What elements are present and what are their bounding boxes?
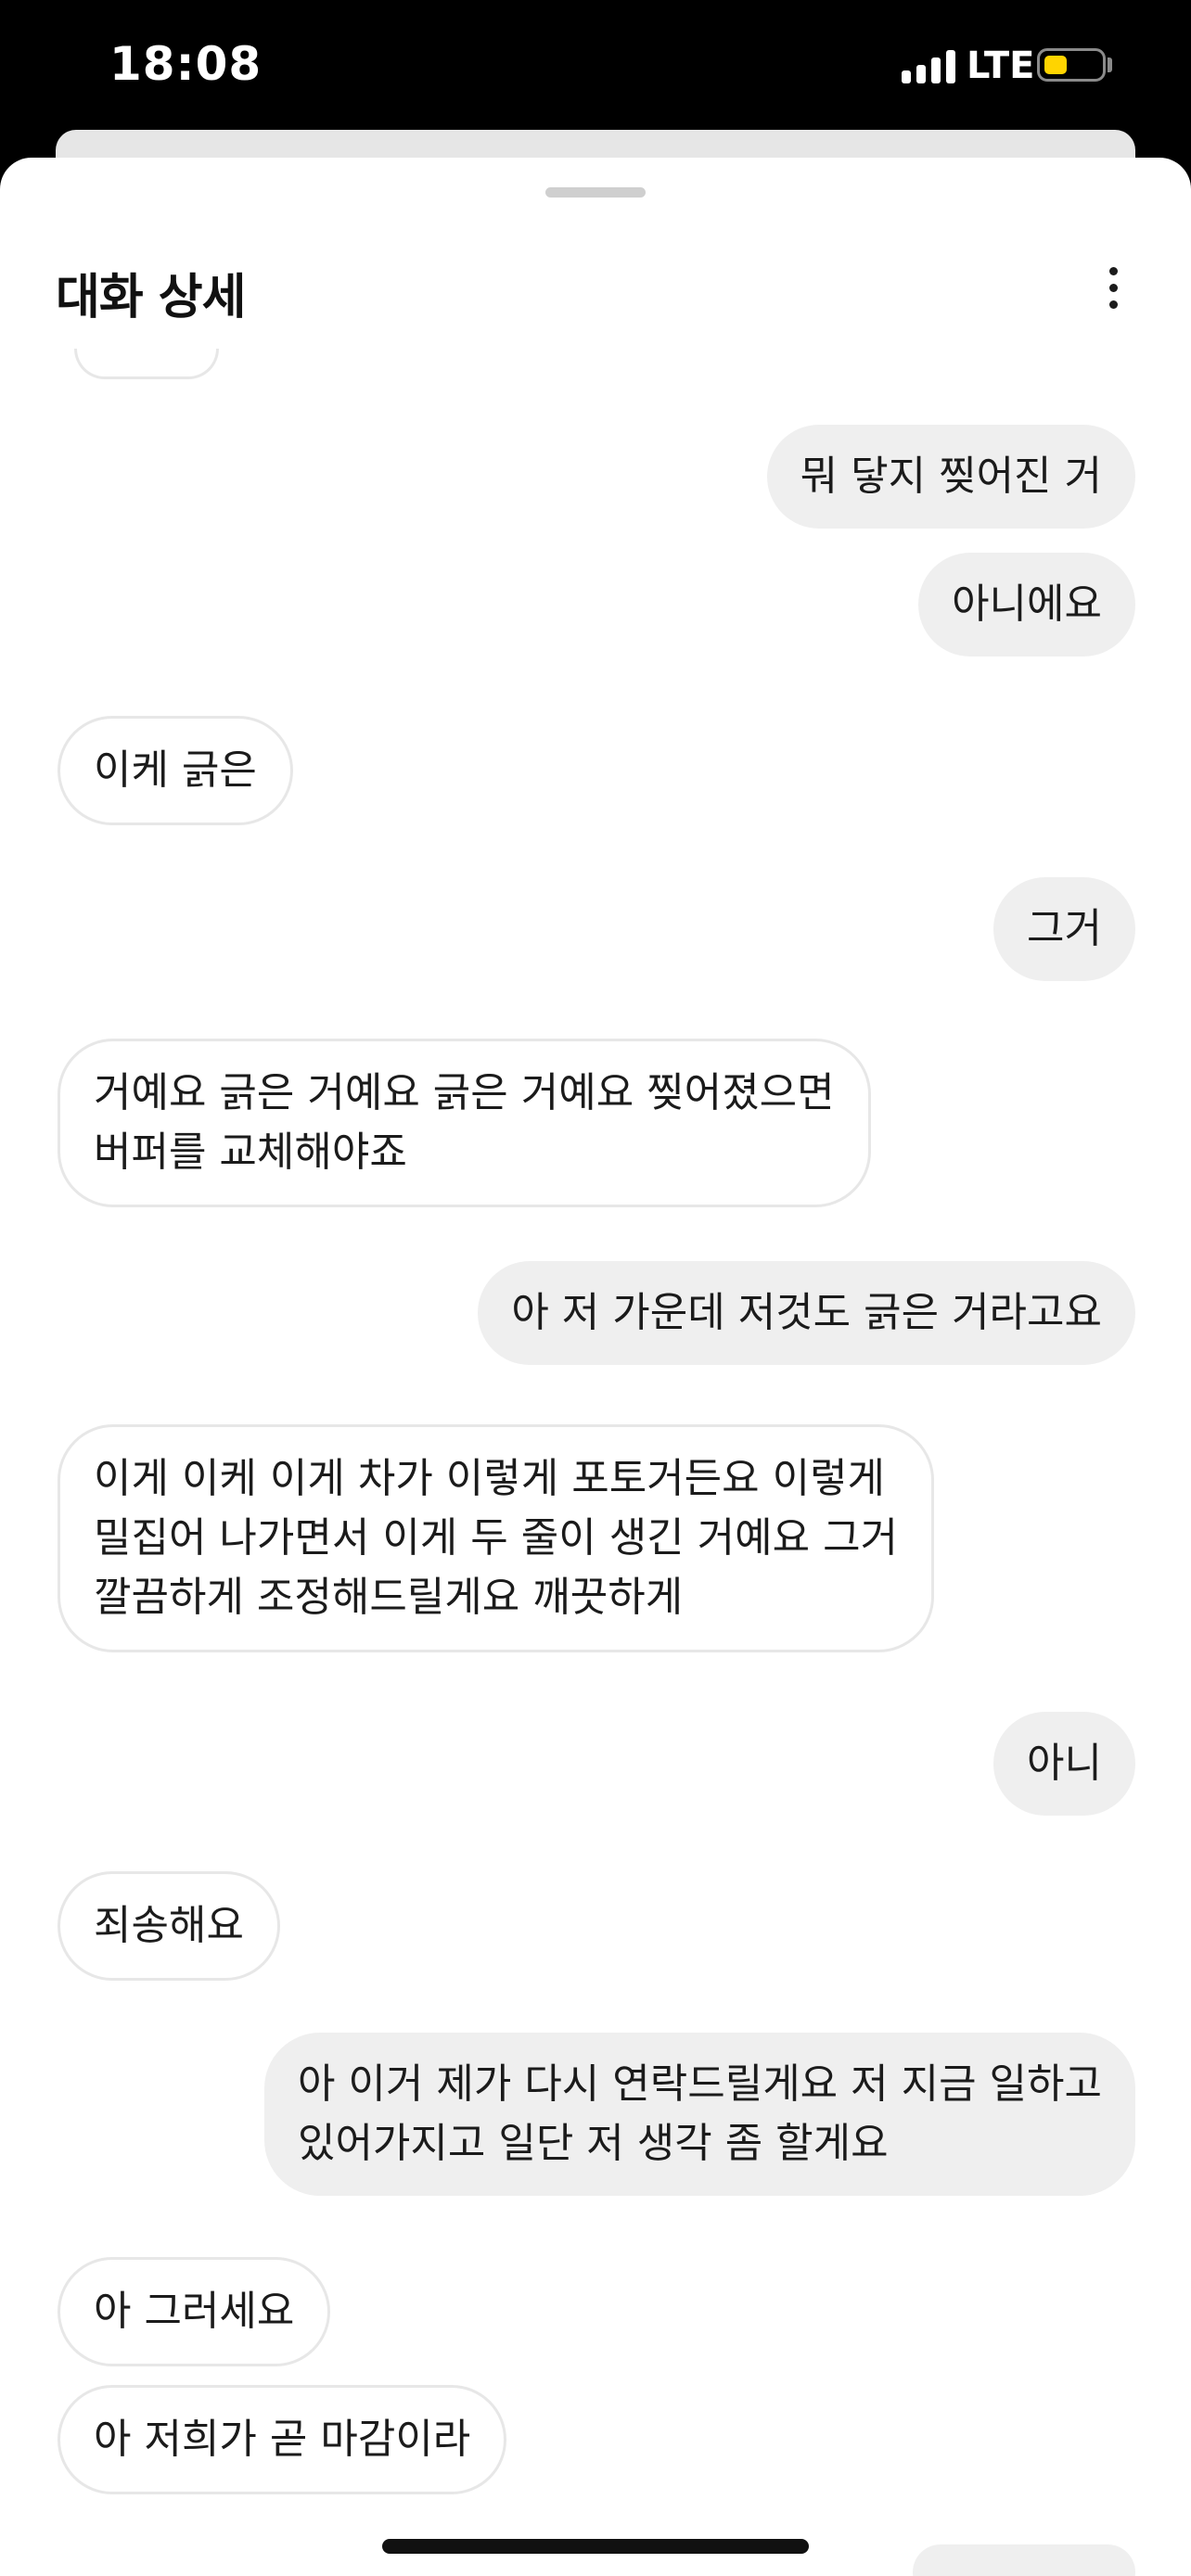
signal-strength-icon <box>902 50 957 83</box>
message-sent: 뭐 닿지 찢어진 거 <box>766 425 1135 529</box>
conversation-sheet: 대화 상세 뭐 닿지 찢어진 거 아니에요 이케 긁은 그거 거예요 긁은 거예… <box>0 158 1191 2576</box>
message-received: 아 저희가 곧 마감이라 <box>58 2385 507 2494</box>
status-bar: 18:08 LTE <box>0 0 1191 130</box>
message-sent: 그거 <box>993 877 1135 981</box>
message-sent: 아니 <box>993 1712 1135 1816</box>
network-type: LTE <box>967 45 1035 87</box>
message-received: 이케 긁은 <box>58 716 293 825</box>
page-title: 대화 상세 <box>56 270 246 325</box>
home-indicator[interactable] <box>382 2539 809 2554</box>
message-received: 거예요 긁은 거예요 긁은 거예요 찢어졌으면 버퍼를 교체해야죠 <box>58 1039 871 1207</box>
message-received: 이게 이케 이게 차가 이렇게 포토거든요 이렇게 밀집어 나가면서 이게 두 … <box>58 1424 935 1652</box>
message-received: 아 그러세요 <box>58 2257 331 2366</box>
more-options-button[interactable] <box>1095 250 1132 325</box>
battery-icon <box>1037 48 1106 82</box>
status-time: 18:08 <box>109 37 263 91</box>
message-received: 죄송해요 <box>58 1871 280 1981</box>
message-sent: 아 이거 제가 다시 연락드릴게요 저 지금 일하고 있어가지고 일단 저 생각… <box>263 2033 1135 2196</box>
sheet-grabber[interactable] <box>545 187 646 198</box>
message-sent: 아 저 가운데 저것도 긁은 거라고요 <box>478 1261 1135 1365</box>
message-sent-partial <box>913 2544 1135 2576</box>
message-bubble-partial <box>74 349 219 379</box>
message-sent: 아니에요 <box>918 553 1135 657</box>
